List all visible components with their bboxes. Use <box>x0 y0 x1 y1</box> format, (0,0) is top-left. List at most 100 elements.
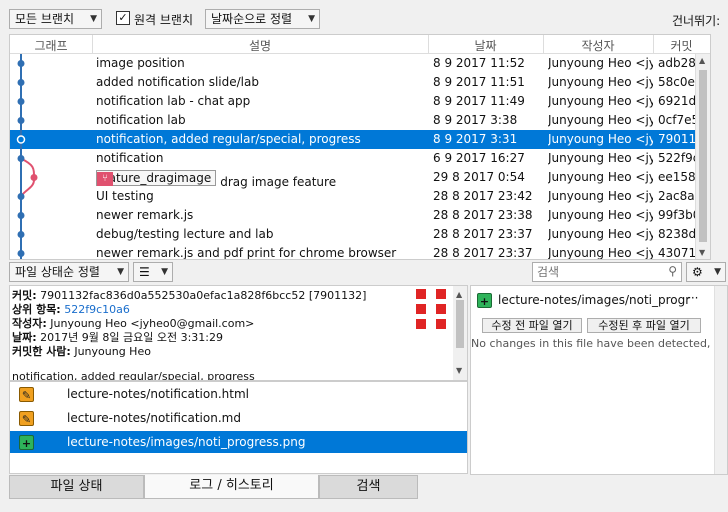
avatar-cell <box>416 289 421 294</box>
file-sort-label: 파일 상태순 정렬 <box>15 265 100 279</box>
graph-commit-dot <box>17 117 25 124</box>
commit-description: newer remark.js and pdf print for chrome… <box>96 246 426 259</box>
commit-row[interactable]: image position 8 9 2017 11:52 Junyoung Heo… <box>10 54 710 73</box>
author-value: Junyoung Heo <jyheo0@gmail.com> <box>50 317 255 330</box>
avatar-cell <box>436 319 441 324</box>
commit-row[interactable]: debug/testing lecture and lab 28 8 2017 2… <box>10 225 710 244</box>
commit-message: notification <box>96 151 164 165</box>
commit-history-grid[interactable]: 그래프 설명 날짜 작성자 커밋 image position 8 9 2017 … <box>9 34 711 260</box>
commit-date: 28 8 2017 23:42 <box>433 189 533 203</box>
chevron-down-icon: ▼ <box>117 267 124 277</box>
settings-dropdown[interactable]: ⚙ ▼ <box>686 262 726 282</box>
commit-row[interactable]: added notification slide/lab 8 9 2017 11:… <box>10 73 710 92</box>
diff-scrollbar[interactable] <box>714 286 727 474</box>
avatar-cell <box>416 304 421 309</box>
file-sort-dropdown[interactable]: 파일 상태순 정렬 ▼ <box>9 262 129 282</box>
parent-line: 상위 항목: 522f9c10a6 <box>12 303 465 317</box>
search-input[interactable]: ⚲ <box>532 262 682 282</box>
commit-row[interactable]: newer remark.js and pdf print for chrome… <box>10 244 710 259</box>
skip-label: 건너뛰기: <box>672 14 721 28</box>
col-header-graph[interactable]: 그래프 <box>10 37 92 54</box>
plus-icon: + <box>477 293 492 308</box>
branches-dropdown[interactable]: 모든 브랜치 ▼ <box>9 9 102 29</box>
grid-scrollbar[interactable]: ▲ ▼ <box>695 54 710 259</box>
scroll-thumb[interactable] <box>699 70 707 242</box>
commit-message: notification lab <box>96 113 186 127</box>
diff-pane: + lecture-notes/images/noti_progr ··· 수정… <box>470 285 728 475</box>
avatar-cell <box>421 319 426 324</box>
commit-date: 8 9 2017 3:38 <box>433 113 518 127</box>
commit-message: notification, added regular/special, pro… <box>12 370 255 381</box>
plus-icon: + <box>19 435 34 450</box>
scroll-down-icon[interactable]: ▼ <box>699 248 705 257</box>
graph-commit-dot <box>17 231 25 238</box>
commit-hash: 7901132fac836d0a552530a0efac1a828f6bcc52… <box>40 289 367 302</box>
search-icon: ⚲ <box>668 264 677 278</box>
tab-file-status[interactable]: 파일 상태 <box>9 475 144 499</box>
col-header-author[interactable]: 작성자 <box>543 37 653 54</box>
no-changes-message: No changes in this file have been detect… <box>471 337 721 350</box>
tab-search[interactable]: 검색 <box>319 475 418 499</box>
search-field[interactable] <box>533 263 661 281</box>
sort-dropdown-label: 날짜순으로 정렬 <box>211 12 293 26</box>
avatar-cell <box>416 324 421 329</box>
committer-value: Junyoung Heo <box>74 345 151 358</box>
col-header-description[interactable]: 설명 <box>92 37 428 54</box>
commit-date: 6 9 2017 16:27 <box>433 151 525 165</box>
remote-branches-checkbox[interactable]: ✓ <box>116 11 130 25</box>
commit-author: Junyoung Heo <jy <box>548 189 653 203</box>
parent-link[interactable]: 522f9c10a6 <box>64 303 130 316</box>
sort-dropdown[interactable]: 날짜순으로 정렬 ▼ <box>205 9 320 29</box>
branch-tag[interactable]: ⑂ feature_dragimage <box>96 170 217 186</box>
commit-row[interactable]: ⑂ feature_dragimage drag image feature 29 8… <box>10 168 710 189</box>
commit-label: 커밋: <box>12 289 37 302</box>
avatar-cell <box>436 324 441 329</box>
branch-icon: ⑂ <box>97 172 113 186</box>
file-row[interactable]: ✎ lecture-notes/notification.md <box>10 407 467 429</box>
view-mode-dropdown[interactable]: ☰ ▼ <box>133 262 173 282</box>
tab-log-history[interactable]: 로그 / 히스토리 <box>144 475 319 499</box>
graph-commit-dot <box>17 60 25 67</box>
graph-commit-dot <box>30 174 38 181</box>
commit-row[interactable]: notification, added regular/special, pro… <box>10 130 710 149</box>
avatar-cell <box>441 304 446 309</box>
commit-author: Junyoung Heo <jy <box>548 208 653 222</box>
commit-description: notification, added regular/special, pro… <box>96 132 426 146</box>
commit-date: 8 9 2017 3:31 <box>433 132 518 146</box>
commit-date: 8 9 2017 11:51 <box>433 75 525 89</box>
details-scrollbar[interactable]: ▲ ▼ <box>453 286 467 380</box>
scroll-down-icon[interactable]: ▼ <box>456 364 462 378</box>
commit-row[interactable]: notification lab - chat app 8 9 2017 11:4… <box>10 92 710 111</box>
open-before-button[interactable]: 수정 전 파일 열기 <box>482 318 582 333</box>
commit-message: image position <box>96 56 185 70</box>
chevron-down-icon: ▼ <box>308 14 315 24</box>
more-options-button[interactable]: ··· <box>687 291 698 305</box>
graph-commit-dot <box>17 250 25 257</box>
committer-label: 커밋한 사람: <box>12 345 71 358</box>
commit-row[interactable]: notification lab 8 9 2017 3:38 Junyoung He… <box>10 111 710 130</box>
file-row[interactable]: ✎ lecture-notes/notification.html <box>10 383 467 405</box>
avatar-cell <box>441 289 446 294</box>
list-icon: ☰ <box>139 265 150 279</box>
graph-commit-dot <box>17 98 25 105</box>
commit-message: added notification slide/lab <box>96 75 259 89</box>
open-after-button[interactable]: 수정된 후 파일 열기 <box>587 318 701 333</box>
commit-description: image position <box>96 56 426 70</box>
col-header-date[interactable]: 날짜 <box>428 37 543 54</box>
graph-commit-dot <box>17 155 25 162</box>
graph-commit-dot <box>17 193 25 200</box>
scroll-thumb[interactable] <box>456 300 464 348</box>
commit-graph <box>16 54 38 259</box>
commit-description: notification lab <box>96 113 426 127</box>
commit-row[interactable]: UI testing 28 8 2017 23:42 Junyoung Heo <j… <box>10 187 710 206</box>
commit-row[interactable]: newer remark.js 28 8 2017 23:38 Junyoung H… <box>10 206 710 225</box>
remote-branches-label: 원격 브랜치 <box>134 13 194 27</box>
avatar-cell <box>441 309 446 314</box>
col-header-commit[interactable]: 커밋 <box>653 37 710 54</box>
author-label: 작성자: <box>12 317 47 330</box>
scroll-up-icon[interactable]: ▲ <box>699 56 705 65</box>
avatar-cell <box>441 324 446 329</box>
commit-row[interactable]: notification 6 9 2017 16:27 Junyoung Heo <… <box>10 149 710 168</box>
changed-files-list: ✎ lecture-notes/notification.html ✎ lect… <box>9 381 468 474</box>
file-row[interactable]: + lecture-notes/images/noti_progress.png <box>10 431 467 453</box>
